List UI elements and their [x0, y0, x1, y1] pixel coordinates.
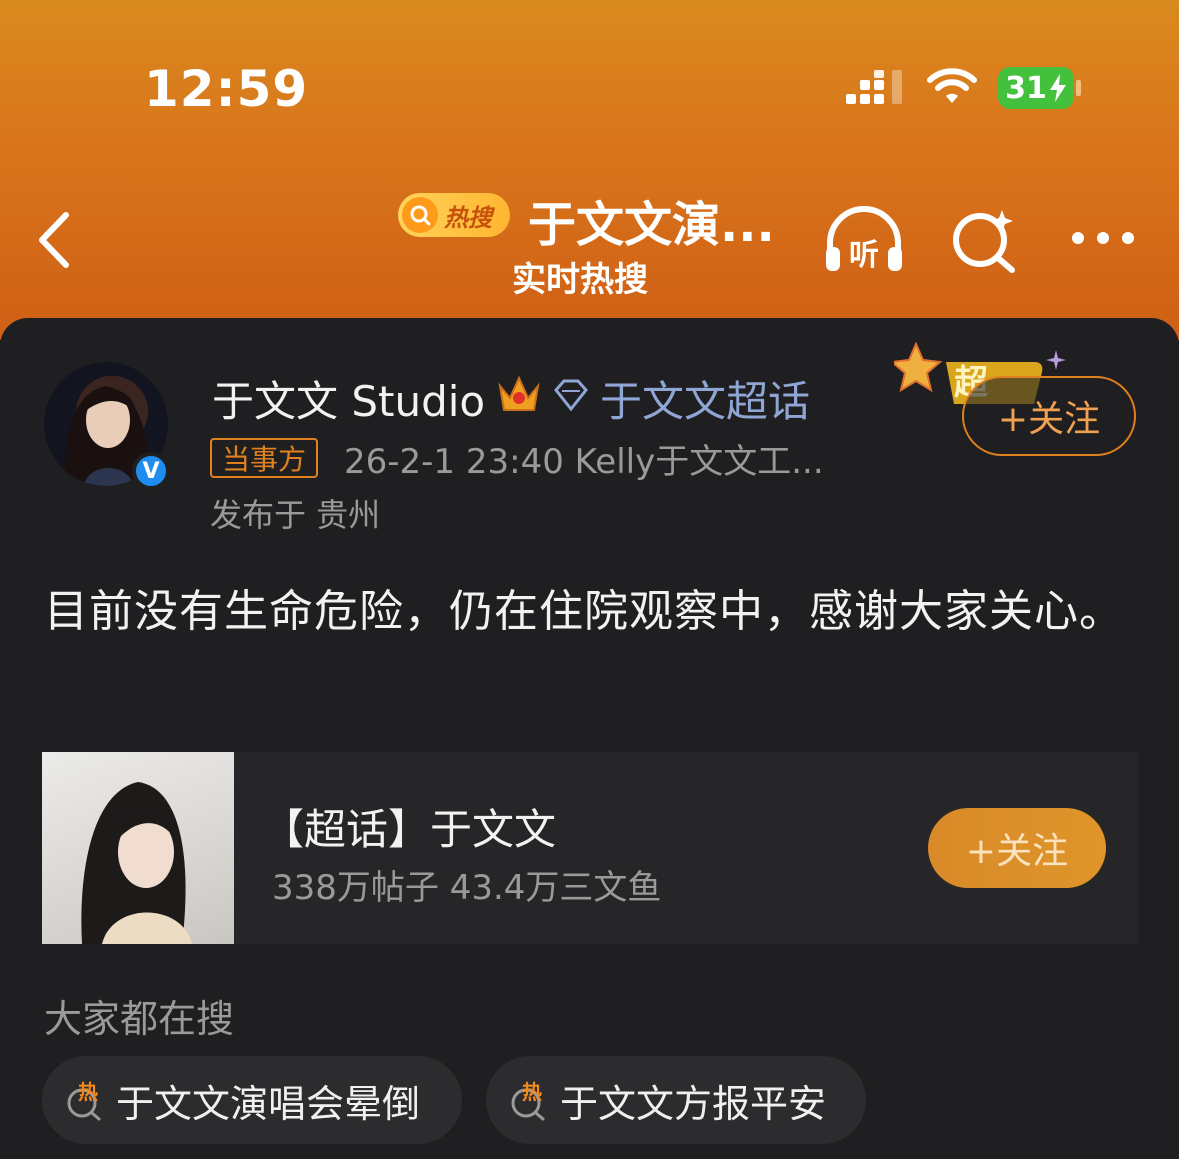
follow-author-button[interactable]: +关注 — [962, 376, 1136, 456]
party-tag: 当事方 — [210, 438, 319, 478]
topic-stats: 338万帖子 43.4万三文鱼 — [272, 868, 662, 908]
diamond-icon — [554, 379, 588, 412]
hot-search-tag: 热搜 — [398, 193, 510, 237]
post-content: 目前没有生命危险，仍在住院观察中，感谢大家关心。 — [44, 586, 1124, 637]
post-meta: 26-2-1 23:40 Kelly于文文工... — [344, 434, 824, 483]
listen-headphones-icon[interactable]: 听 — [822, 205, 906, 275]
status-time: 12:59 — [144, 60, 309, 118]
post-location: 发布于 贵州 — [210, 496, 381, 534]
wifi-icon — [927, 68, 977, 103]
battery-level: 31 — [1005, 70, 1047, 106]
post-source: Kelly于文文工... — [574, 442, 824, 482]
trending-chip[interactable]: 热 于文文演唱会晕倒 — [42, 1056, 462, 1144]
post-timestamp: 26-2-1 23:40 — [344, 442, 564, 482]
charging-bolt-icon — [1049, 74, 1066, 102]
hot-search-icon: 热 — [511, 1080, 545, 1121]
hot-badge: 热 — [78, 1080, 98, 1104]
cellular-signal-icon — [846, 70, 902, 104]
hot-badge: 热 — [522, 1080, 542, 1104]
battery-indicator: 31 — [998, 67, 1074, 109]
page-title: 于文文演... — [528, 197, 775, 253]
topic-name: 【超话】于文文 — [262, 805, 557, 854]
listen-label: 听 — [849, 238, 879, 273]
topic-cover-image — [42, 752, 234, 944]
hot-search-icon: 热 — [67, 1080, 101, 1121]
author-name[interactable]: 于文文 Studio — [212, 368, 485, 429]
crown-icon — [498, 375, 540, 411]
page-subtitle: 实时热搜 — [512, 260, 648, 300]
super-topic-link[interactable]: 于文文超话 — [600, 368, 810, 429]
battery-cap — [1076, 80, 1081, 96]
more-options-icon[interactable] — [1068, 228, 1138, 248]
follow-topic-button[interactable]: +关注 — [928, 808, 1106, 888]
trending-section-title: 大家都在搜 — [44, 997, 235, 1041]
hot-tag-label: 热搜 — [444, 203, 492, 232]
back-arrow-icon[interactable] — [30, 205, 80, 275]
verified-badge-icon: V — [132, 452, 170, 490]
trending-chip-label: 于文文演唱会晕倒 — [116, 1081, 421, 1126]
search-icon — [402, 197, 438, 233]
search-icon[interactable] — [950, 208, 1020, 274]
trending-chip[interactable]: 热 于文文方报平安 — [486, 1056, 866, 1144]
trending-chip-label: 于文文方报平安 — [560, 1081, 827, 1126]
